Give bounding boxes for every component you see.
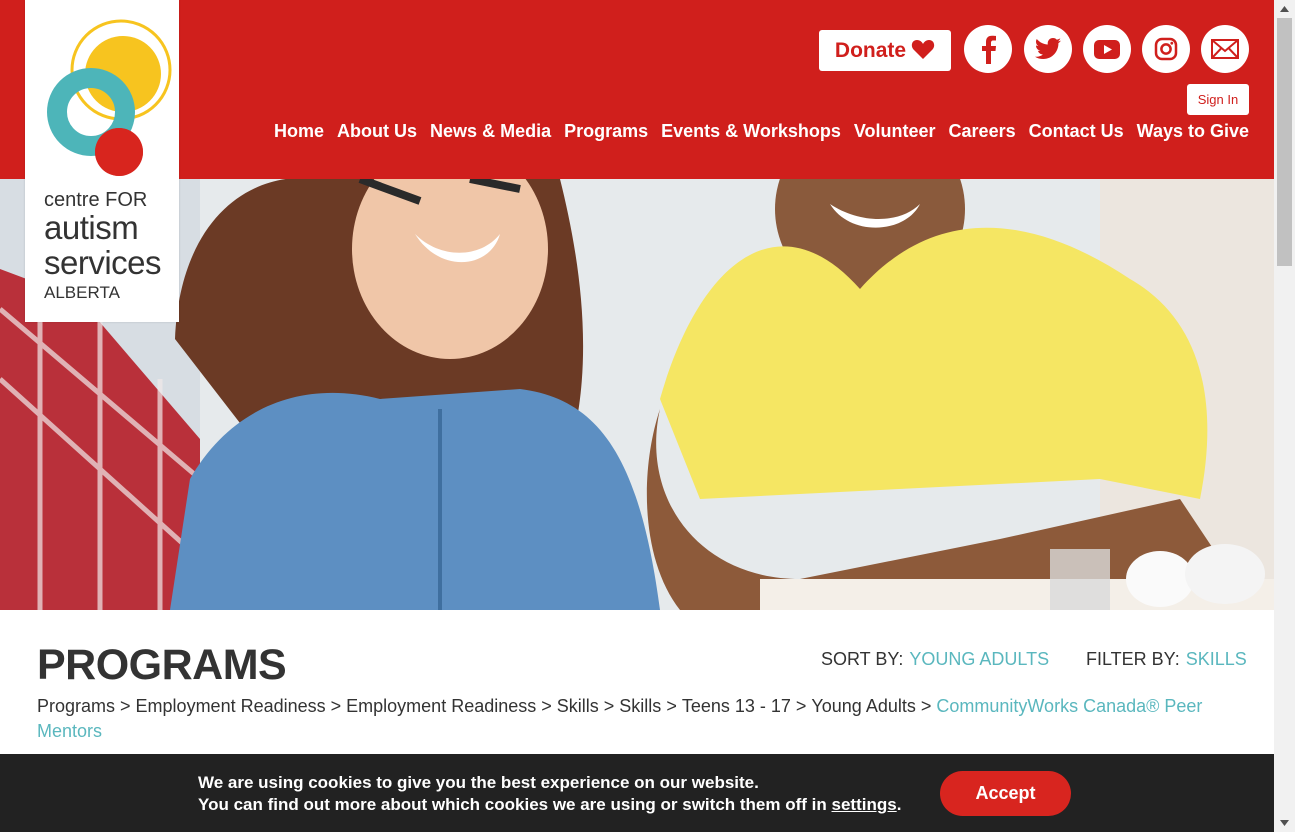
breadcrumb-item[interactable]: Young Adults xyxy=(811,696,915,716)
breadcrumb-separator: > xyxy=(795,696,807,716)
logo-line-1: centre FOR xyxy=(44,189,148,211)
cookie-line-2-text: You can find out more about which cookie… xyxy=(198,795,827,814)
page-title: PROGRAMS xyxy=(37,641,287,689)
breadcrumb-separator: > xyxy=(920,696,932,716)
breadcrumb-item[interactable]: Employment Readiness xyxy=(136,696,326,716)
hero-photo xyxy=(0,179,1274,610)
logo-wordmark: centre FOR autism services ALBERTA xyxy=(44,189,162,302)
breadcrumb: Programs > Employment Readiness > Employment… xyxy=(37,694,1207,744)
sort-control: SORT BY: YOUNG ADULTS xyxy=(821,649,1049,670)
page-scrollbar[interactable] xyxy=(1274,0,1295,832)
heart-icon xyxy=(911,38,935,64)
cookie-line-1: We are using cookies to give you the bes… xyxy=(198,773,759,792)
main-nav: Home About Us News & Media Programs Even… xyxy=(274,121,1249,142)
filter-label: FILTER BY: xyxy=(1086,649,1180,669)
cookie-line-2: You can find out more about which cookie… xyxy=(198,794,901,816)
cookie-settings-link[interactable]: settings xyxy=(832,795,897,814)
scrollbar-thumb[interactable] xyxy=(1277,18,1292,266)
breadcrumb-item[interactable]: Skills xyxy=(557,696,599,716)
accept-cookies-button[interactable]: Accept xyxy=(940,771,1071,816)
logo-mark-icon xyxy=(47,19,172,176)
facebook-icon[interactable] xyxy=(964,25,1012,73)
site-header: Donate Sign In Home About Us News & Medi… xyxy=(0,0,1274,179)
nav-home[interactable]: Home xyxy=(274,121,324,142)
cookie-message: We are using cookies to give you the bes… xyxy=(198,772,901,816)
sort-value-link[interactable]: YOUNG ADULTS xyxy=(909,649,1049,669)
breadcrumb-separator: > xyxy=(120,696,131,716)
breadcrumb-separator: > xyxy=(666,696,677,716)
email-icon[interactable] xyxy=(1201,25,1249,73)
hero-image xyxy=(0,179,1274,610)
nav-news-media[interactable]: News & Media xyxy=(430,121,551,142)
filter-value-link[interactable]: SKILLS xyxy=(1186,649,1247,669)
logo-line-3: services xyxy=(44,244,162,281)
breadcrumb-item[interactable]: Employment Readiness xyxy=(346,696,536,716)
donate-label: Donate xyxy=(834,38,907,62)
sort-label: SORT BY: xyxy=(821,649,904,669)
breadcrumb-separator: > xyxy=(330,696,342,716)
scroll-up-arrow-icon[interactable] xyxy=(1274,0,1295,18)
nav-volunteer[interactable]: Volunteer xyxy=(854,121,936,142)
nav-events-workshops[interactable]: Events & Workshops xyxy=(661,121,841,142)
youtube-icon[interactable] xyxy=(1083,25,1131,73)
breadcrumb-item[interactable]: Programs xyxy=(37,696,115,716)
twitter-icon[interactable] xyxy=(1024,25,1072,73)
filter-control: FILTER BY: SKILLS xyxy=(1086,649,1247,670)
logo-line-4: ALBERTA xyxy=(44,283,120,302)
donate-button[interactable]: Donate xyxy=(819,30,951,71)
breadcrumb-separator: > xyxy=(541,696,552,716)
instagram-icon[interactable] xyxy=(1142,25,1190,73)
nav-about-us[interactable]: About Us xyxy=(337,121,417,142)
scroll-down-arrow-icon[interactable] xyxy=(1274,814,1295,832)
cookie-line-2-end: . xyxy=(896,795,902,814)
nav-contact-us[interactable]: Contact Us xyxy=(1029,121,1124,142)
nav-programs[interactable]: Programs xyxy=(564,121,648,142)
logo-line-2: autism xyxy=(44,209,139,246)
sign-in-button[interactable]: Sign In xyxy=(1187,84,1249,115)
nav-ways-to-give[interactable]: Ways to Give xyxy=(1137,121,1249,142)
breadcrumb-item[interactable]: Teens 13 - 17 xyxy=(682,696,791,716)
breadcrumb-item[interactable]: Skills xyxy=(619,696,661,716)
nav-careers[interactable]: Careers xyxy=(949,121,1016,142)
cookie-banner: We are using cookies to give you the bes… xyxy=(0,754,1274,832)
site-logo[interactable]: centre FOR autism services ALBERTA xyxy=(25,0,179,322)
breadcrumb-separator: > xyxy=(603,696,615,716)
